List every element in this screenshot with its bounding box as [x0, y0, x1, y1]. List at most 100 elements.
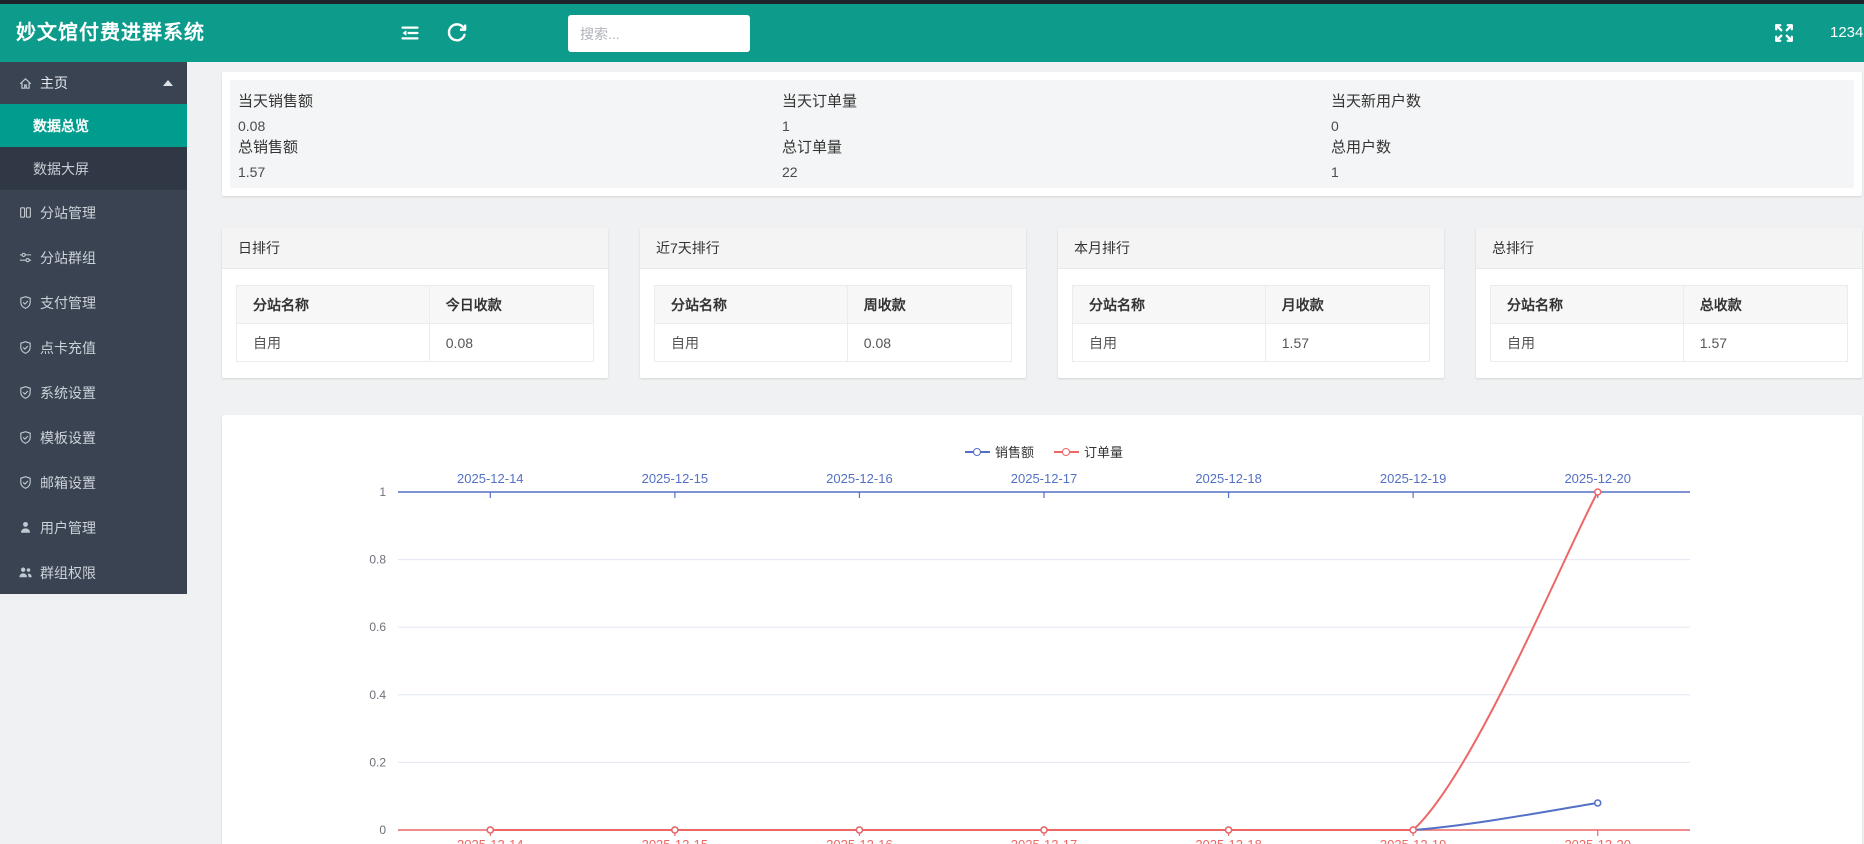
refresh-icon[interactable] [445, 21, 469, 45]
caret-up-icon [163, 80, 173, 86]
stats-panel: 当天销售额0.08当天订单量1当天新用户数0总销售额1.57总订单量22总用户数… [222, 72, 1862, 196]
sidebar-item[interactable]: 群组权限 [0, 550, 187, 594]
sidebar-item[interactable]: 支付管理 [0, 280, 187, 325]
ranking-card: 总排行分站名称总收款自用1.57 [1476, 228, 1862, 378]
column-header: 分站名称 [1073, 286, 1266, 324]
users-icon [18, 565, 33, 580]
dashboard-page: 妙文馆付费进群系统 12345 主页数据总览数据大屏分站管理分站群组支付管理点卡… [0, 0, 1864, 844]
stat-cell: 总用户数 1 [1331, 134, 1854, 180]
ranking-card: 本月排行分站名称月收款自用1.57 [1058, 228, 1444, 378]
stat-label: 当天新用户数 [1331, 90, 1854, 111]
search-input[interactable] [568, 15, 750, 52]
sidebar-item-label: 用户管理 [40, 518, 96, 538]
line-chart: 00.20.40.60.812025-12-142025-12-152025-1… [222, 415, 1862, 844]
table-cell: 1.57 [1683, 324, 1847, 362]
x-axis-top-tick-label: 2025-12-20 [1564, 471, 1631, 486]
y-axis-tick-label: 0.6 [369, 620, 386, 634]
collapse-menu-icon[interactable] [398, 21, 422, 45]
stat-cell: 当天新用户数0 [1331, 88, 1854, 134]
x-axis-bottom-tick-label: 2025-12-18 [1195, 837, 1262, 844]
column-header: 分站名称 [1491, 286, 1684, 324]
ranking-table: 分站名称周收款自用0.08 [654, 285, 1012, 362]
sidebar-item[interactable]: 用户管理 [0, 505, 187, 550]
ranking-card-title: 本月排行 [1058, 228, 1444, 269]
table-cell: 自用 [655, 324, 848, 362]
sidebar-subitem-label: 数据总览 [33, 116, 89, 136]
sidebar-item[interactable]: 模板设置 [0, 415, 187, 460]
stat-label: 总销售额 [238, 136, 782, 157]
ranking-card-body: 分站名称周收款自用0.08 [640, 269, 1026, 362]
ranking-table: 分站名称总收款自用1.57 [1490, 285, 1848, 362]
stat-cell: 当天订单量 1 [782, 88, 1331, 134]
stat-cell: 当天销售额0.08 [238, 88, 782, 134]
table-cell: 自用 [237, 324, 430, 362]
x-axis-bottom-tick-label: 2025-12-15 [642, 837, 709, 844]
stat-label: 总用户数 [1331, 136, 1854, 157]
sidebar-item-label: 点卡充值 [40, 338, 96, 358]
data-point-marker [1595, 489, 1601, 495]
stat-value: 22 [782, 164, 1331, 180]
table-header-row: 分站名称周收款 [655, 286, 1012, 324]
sales-chart-panel: 销售额订单量 00.20.40.60.812025-12-142025-12-1… [222, 415, 1862, 844]
fullscreen-icon[interactable] [1772, 21, 1796, 45]
stat-cell: 总订单量22 [782, 134, 1331, 180]
sidebar-item-label: 模板设置 [40, 428, 96, 448]
x-axis-top-tick-label: 2025-12-18 [1195, 471, 1262, 486]
sidebar-item-label: 支付管理 [40, 293, 96, 313]
columns-icon [18, 205, 33, 220]
series-line-销售额 [490, 803, 1597, 830]
shield-check-icon [18, 430, 33, 445]
x-axis-bottom-tick-label: 2025-12-17 [1011, 837, 1078, 844]
sidebar-item[interactable]: 主页 [0, 62, 187, 104]
stat-value: 0.08 [238, 118, 782, 134]
ranking-table: 分站名称今日收款自用0.08 [236, 285, 594, 362]
sidebar-item-label: 群组权限 [40, 563, 96, 583]
table-header-row: 分站名称月收款 [1073, 286, 1430, 324]
sidebar-subitem-label: 数据大屏 [33, 159, 89, 179]
ranking-card-body: 分站名称月收款自用1.57 [1058, 269, 1444, 362]
data-point-marker [1595, 800, 1601, 806]
table-cell: 1.57 [1265, 324, 1429, 362]
ranking-card: 近7天排行分站名称周收款自用0.08 [640, 228, 1026, 378]
sidebar-item[interactable]: 分站群组 [0, 235, 187, 280]
ranking-table: 分站名称月收款自用1.57 [1072, 285, 1430, 362]
stat-cell: 总销售额 1.57 [238, 134, 782, 180]
ranking-card-title: 总排行 [1476, 228, 1862, 269]
stat-value: 1 [782, 118, 1331, 134]
data-point-marker [1041, 827, 1047, 833]
sidebar-item[interactable]: 点卡充值 [0, 325, 187, 370]
y-axis-tick-label: 1 [379, 485, 386, 499]
x-axis-top-tick-label: 2025-12-16 [826, 471, 893, 486]
username-link[interactable]: 12345 [1830, 4, 1864, 62]
x-axis-top-tick-label: 2025-12-17 [1011, 471, 1078, 486]
table-header-row: 分站名称总收款 [1491, 286, 1848, 324]
home-icon [18, 76, 33, 91]
x-axis-bottom-tick-label: 2025-12-19 [1380, 837, 1447, 844]
sidebar-nav: 主页数据总览数据大屏分站管理分站群组支付管理点卡充值系统设置模板设置邮箱设置用户… [0, 62, 187, 594]
stat-value: 1.57 [238, 164, 782, 180]
shield-check-icon [18, 295, 33, 310]
table-cell: 自用 [1491, 324, 1684, 362]
table-row: 自用0.08 [237, 324, 594, 362]
sidebar-item-label: 主页 [40, 73, 68, 93]
ranking-card-title: 日排行 [222, 228, 608, 269]
sidebar-item-label: 分站群组 [40, 248, 96, 268]
stat-value: 1 [1331, 164, 1854, 180]
stats-grid: 当天销售额0.08当天订单量1当天新用户数0总销售额1.57总订单量22总用户数… [230, 80, 1854, 188]
sidebar-item[interactable]: 分站管理 [0, 190, 187, 235]
sliders-icon [18, 250, 33, 265]
column-header: 周收款 [847, 286, 1011, 324]
sidebar-subitem[interactable]: 数据大屏 [0, 147, 187, 190]
table-cell: 0.08 [429, 324, 593, 362]
shield-check-icon [18, 385, 33, 400]
x-axis-bottom-tick-label: 2025-12-14 [457, 837, 524, 844]
y-axis-tick-label: 0.4 [369, 688, 386, 702]
sidebar-item[interactable]: 邮箱设置 [0, 460, 187, 505]
sidebar-item-label: 邮箱设置 [40, 473, 96, 493]
sidebar-subitem[interactable]: 数据总览 [0, 104, 187, 147]
sidebar-item-label: 系统设置 [40, 383, 96, 403]
column-header: 总收款 [1683, 286, 1847, 324]
column-header: 今日收款 [429, 286, 593, 324]
stat-label: 当天订单量 [782, 90, 1331, 111]
sidebar-item[interactable]: 系统设置 [0, 370, 187, 415]
